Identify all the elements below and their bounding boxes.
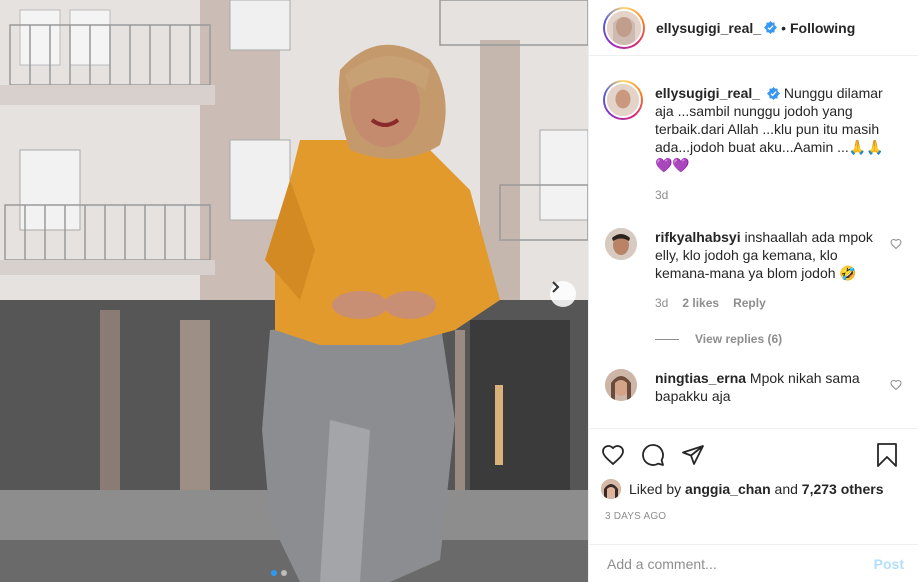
caption-username[interactable]: ellysugigi_real_ bbox=[655, 85, 760, 101]
comment-username[interactable]: ningtias_erna bbox=[655, 370, 746, 386]
caption-text-block: ellysugigi_real_ Nunggu dilamar aja ...s… bbox=[655, 84, 897, 174]
post-header: ellysugigi_real_ • Following bbox=[589, 0, 918, 56]
add-comment-bar: Post bbox=[589, 544, 918, 582]
carousel-dot-2 bbox=[281, 570, 287, 576]
share-icon bbox=[682, 445, 704, 465]
bookmark-icon bbox=[877, 443, 897, 467]
comment-username[interactable]: rifkyalhabsyi bbox=[655, 229, 741, 245]
share-button[interactable] bbox=[681, 435, 721, 475]
verified-icon bbox=[764, 21, 778, 34]
post-actions: Liked by anggia_chan and 7,273 others 3 … bbox=[589, 428, 918, 522]
comment-button[interactable] bbox=[641, 435, 681, 475]
comment-timestamp[interactable]: 3d bbox=[655, 296, 668, 310]
likes-others-link[interactable]: 7,273 others bbox=[802, 481, 884, 497]
post-comment-button[interactable]: Post bbox=[874, 556, 904, 572]
comment-meta: 3d 2 likes Reply bbox=[655, 296, 902, 310]
comment-input[interactable] bbox=[607, 555, 874, 572]
comment-likes[interactable]: 2 likes bbox=[682, 296, 719, 310]
comment-icon bbox=[642, 444, 664, 466]
comment-item: rifkyalhabsyi inshaallah ada mpok elly, … bbox=[605, 228, 902, 282]
view-replies-button[interactable]: View replies (6) bbox=[655, 332, 902, 346]
post-timestamp[interactable]: 3 DAYS AGO bbox=[605, 511, 906, 522]
post-photo[interactable] bbox=[0, 0, 588, 582]
caption-meta: 3d bbox=[655, 188, 902, 202]
author-username[interactable]: ellysugigi_real_ bbox=[656, 20, 761, 36]
comments-list: ellysugigi_real_ Nunggu dilamar aja ...s… bbox=[589, 67, 918, 427]
view-replies-label: View replies (6) bbox=[695, 332, 783, 346]
carousel-dot-1 bbox=[271, 570, 277, 576]
heart-icon bbox=[602, 445, 624, 466]
likes-prefix: Liked by bbox=[629, 481, 682, 497]
save-button[interactable] bbox=[876, 435, 906, 475]
likes-summary: Liked by anggia_chan and 7,273 others bbox=[601, 479, 906, 499]
likes-and: and bbox=[774, 481, 798, 497]
comment-item: ningtias_erna Mpok nikah sama bapakku aj… bbox=[605, 369, 902, 405]
liker-username[interactable]: anggia_chan bbox=[685, 481, 771, 497]
commenter-avatar[interactable] bbox=[605, 228, 637, 260]
verified-icon bbox=[766, 87, 780, 100]
post-side-panel: ellysugigi_real_ • Following ellysugigi_… bbox=[588, 0, 918, 582]
comment-text-block: ningtias_erna Mpok nikah sama bapakku aj… bbox=[655, 369, 885, 405]
caption-avatar[interactable] bbox=[603, 80, 643, 120]
comment-text-block: rifkyalhabsyi inshaallah ada mpok elly, … bbox=[655, 228, 885, 282]
next-photo-button[interactable] bbox=[550, 281, 576, 307]
photo-image bbox=[0, 0, 588, 582]
reply-button[interactable]: Reply bbox=[733, 296, 766, 310]
caption: ellysugigi_real_ Nunggu dilamar aja ...s… bbox=[603, 80, 902, 174]
carousel-indicator bbox=[271, 570, 287, 576]
action-icons-row bbox=[601, 429, 906, 481]
chevron-right-icon bbox=[552, 281, 560, 293]
like-comment-heart-icon[interactable] bbox=[890, 238, 902, 250]
caption-timestamp[interactable]: 3d bbox=[655, 188, 668, 202]
replies-divider bbox=[655, 338, 679, 340]
like-comment-heart-icon[interactable] bbox=[890, 379, 902, 391]
liker-avatar[interactable] bbox=[601, 479, 621, 499]
separator-bullet: • bbox=[781, 19, 786, 36]
commenter-avatar[interactable] bbox=[605, 369, 637, 401]
like-button[interactable] bbox=[601, 435, 641, 475]
following-button[interactable]: Following bbox=[790, 20, 855, 36]
author-avatar[interactable] bbox=[603, 6, 645, 49]
